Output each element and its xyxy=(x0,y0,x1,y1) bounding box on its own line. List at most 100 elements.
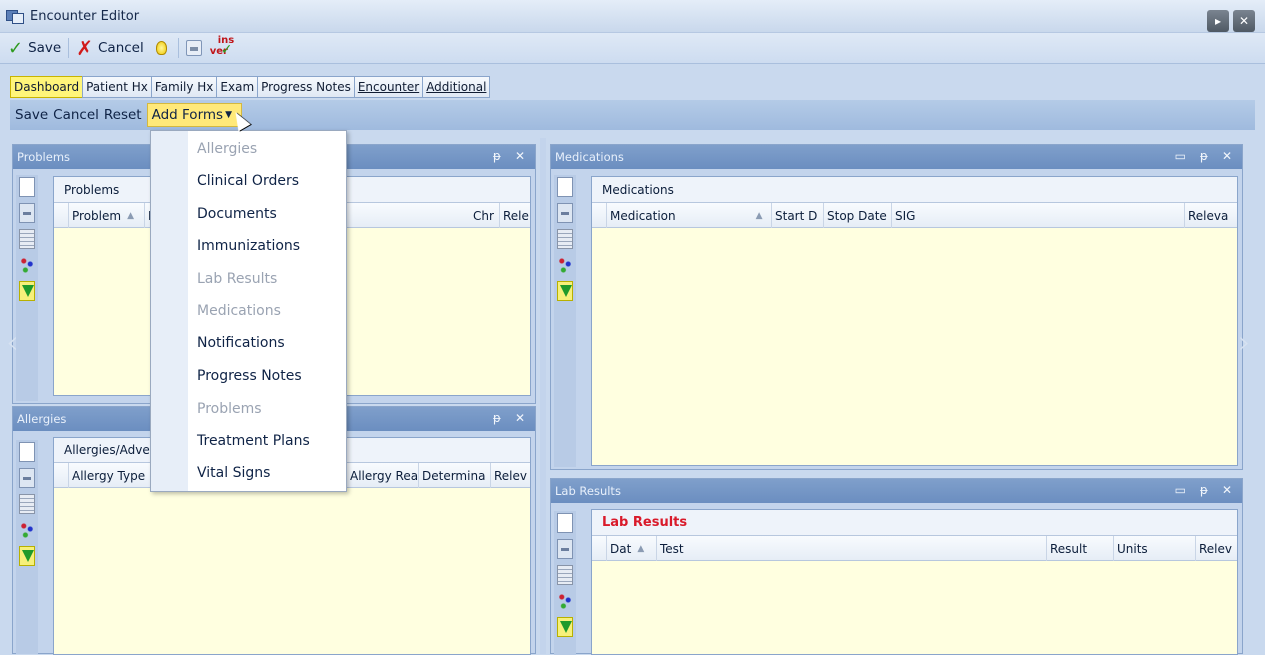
close-icon[interactable]: ✕ xyxy=(1222,483,1232,497)
pin-icon[interactable]: ᵽ xyxy=(493,411,501,425)
column-header-relevance[interactable]: Relev xyxy=(1196,536,1239,561)
add-forms-label: Add Forms xyxy=(151,107,224,123)
maximize-icon[interactable]: ▭ xyxy=(1175,149,1186,163)
lab-results-grid: Lab Results Dat ▲ Test Result Units Relev xyxy=(591,509,1238,655)
stack-icon[interactable] xyxy=(557,229,573,249)
lab-results-panel: Lab Results ▭ ᵽ ✕ Lab Results Dat ▲ Test … xyxy=(550,478,1243,655)
column-header-start-date[interactable]: Start D xyxy=(772,203,824,228)
tab-progress-notes[interactable]: Progress Notes xyxy=(257,76,354,98)
column-header-medication[interactable]: Medication ▲ xyxy=(607,203,772,228)
column-header-relevance[interactable]: Releva xyxy=(1185,203,1239,228)
print-icon[interactable] xyxy=(557,203,573,223)
medications-grid: Medications Medication ▲ Start D Stop Dat… xyxy=(591,176,1238,466)
column-header-result[interactable]: Result xyxy=(1047,536,1114,561)
pin-icon[interactable]: ᵽ xyxy=(1200,483,1208,497)
menu-item-problems: Problems xyxy=(197,401,262,417)
lab-results-header-row: Dat ▲ Test Result Units Relev xyxy=(592,536,1237,561)
filter-icon[interactable] xyxy=(19,546,35,566)
red-x-icon: ✗ xyxy=(76,36,93,60)
previous-arrow-icon[interactable]: ‹ xyxy=(6,323,19,361)
dots-grid-icon[interactable] xyxy=(19,520,35,540)
allergies-side-toolbar xyxy=(16,440,38,654)
medications-header-row: Medication ▲ Start D Stop Date SIG Releva xyxy=(592,203,1237,228)
column-header[interactable] xyxy=(54,463,69,488)
title-bar: Encounter Editor ▸ ✕ xyxy=(0,0,1265,32)
tab-patient-hx[interactable]: Patient Hx xyxy=(82,76,151,98)
print-button[interactable] xyxy=(182,35,206,61)
lab-results-panel-title: Lab Results xyxy=(555,484,621,498)
tab-additional[interactable]: Additional xyxy=(422,76,491,98)
dashboard-save-button[interactable]: Save xyxy=(15,107,48,123)
pin-icon[interactable]: ᵽ xyxy=(493,149,501,163)
close-window-button[interactable]: ✕ xyxy=(1233,10,1255,32)
print-icon[interactable] xyxy=(19,203,35,223)
menu-item-medications: Medications xyxy=(197,303,281,319)
column-header-stop-date[interactable]: Stop Date xyxy=(824,203,892,228)
column-header-units[interactable]: Units xyxy=(1114,536,1196,561)
menu-item-lab-results: Lab Results xyxy=(197,271,278,287)
print-icon[interactable] xyxy=(19,468,35,488)
dots-grid-icon[interactable] xyxy=(19,255,35,275)
filter-icon[interactable] xyxy=(557,281,573,301)
column-header-chr[interactable]: Chr xyxy=(470,203,500,228)
close-icon[interactable]: ✕ xyxy=(515,411,525,425)
stack-icon[interactable] xyxy=(557,565,573,585)
new-document-icon[interactable] xyxy=(557,177,573,197)
pin-icon[interactable]: ᵽ xyxy=(1200,149,1208,163)
new-document-icon[interactable] xyxy=(19,177,35,197)
new-document-icon[interactable] xyxy=(19,442,35,462)
close-icon[interactable]: ✕ xyxy=(515,149,525,163)
dots-grid-icon[interactable] xyxy=(557,591,573,611)
dashboard-reset-button[interactable]: Reset xyxy=(104,107,142,123)
column-header-relevance[interactable]: Relev xyxy=(491,463,532,488)
column-header-determination[interactable]: Determina xyxy=(419,463,491,488)
column-header-test[interactable]: Test xyxy=(657,536,1047,561)
maximize-icon[interactable]: ▭ xyxy=(1175,483,1186,497)
medications-side-toolbar xyxy=(554,175,576,467)
filter-icon[interactable] xyxy=(557,617,573,637)
menu-gutter xyxy=(151,131,188,491)
menu-item-treatment-plans[interactable]: Treatment Plans xyxy=(197,431,310,451)
add-forms-button[interactable]: Add Forms ▼ xyxy=(146,103,242,127)
toolbar-save-button[interactable]: ✓ Save xyxy=(4,35,65,61)
close-icon[interactable]: ✕ xyxy=(1222,149,1232,163)
column-header[interactable] xyxy=(592,536,607,561)
menu-item-progress-notes[interactable]: Progress Notes xyxy=(197,366,302,386)
lightbulb-icon xyxy=(155,41,167,55)
column-header-sig[interactable]: SIG xyxy=(892,203,1185,228)
column-header-date[interactable]: Dat ▲ xyxy=(607,536,657,561)
print-icon[interactable] xyxy=(557,539,573,559)
medications-panel: Medications ▭ ᵽ ✕ Medications Medication… xyxy=(550,144,1243,470)
vertical-splitter[interactable] xyxy=(540,138,546,654)
column-header-allergy-reaction[interactable]: Allergy Rea xyxy=(347,463,419,488)
menu-item-clinical-orders[interactable]: Clinical Orders xyxy=(197,171,299,191)
dots-grid-icon[interactable] xyxy=(557,255,573,275)
dashboard-cancel-button[interactable]: Cancel xyxy=(53,107,99,123)
filter-icon[interactable] xyxy=(19,281,35,301)
play-button[interactable]: ▸ xyxy=(1207,10,1229,32)
column-header-problem[interactable]: Problem ▲ xyxy=(69,203,145,228)
toolbar-cancel-label: Cancel xyxy=(98,40,144,56)
menu-item-immunizations[interactable]: Immunizations xyxy=(197,236,300,256)
menu-item-vital-signs[interactable]: Vital Signs xyxy=(197,463,270,483)
medications-panel-header: Medications ▭ ᵽ ✕ xyxy=(551,145,1242,169)
problems-side-toolbar xyxy=(16,175,38,401)
stack-icon[interactable] xyxy=(19,229,35,249)
column-header[interactable] xyxy=(54,203,69,228)
checkmark-icon: ✓ xyxy=(8,37,24,59)
lightbulb-button[interactable] xyxy=(148,35,175,61)
tab-family-hx[interactable]: Family Hx xyxy=(150,76,217,98)
column-header-rele[interactable]: Rele xyxy=(500,203,532,228)
new-document-icon[interactable] xyxy=(557,513,573,533)
insurance-verify-button[interactable]: ins ver ✓ xyxy=(206,35,240,61)
menu-item-notifications[interactable]: Notifications xyxy=(197,333,285,353)
toolbar-cancel-button[interactable]: ✗ Cancel xyxy=(72,35,148,61)
tab-row: Dashboard Patient Hx Family Hx Exam Prog… xyxy=(0,64,1265,98)
next-arrow-icon[interactable]: › xyxy=(1238,323,1251,361)
column-header[interactable] xyxy=(592,203,607,228)
tab-exam[interactable]: Exam xyxy=(216,76,258,98)
menu-item-documents[interactable]: Documents xyxy=(197,204,277,224)
tab-dashboard[interactable]: Dashboard xyxy=(10,76,83,98)
stack-icon[interactable] xyxy=(19,494,35,514)
tab-encounter[interactable]: Encounter xyxy=(353,76,423,98)
